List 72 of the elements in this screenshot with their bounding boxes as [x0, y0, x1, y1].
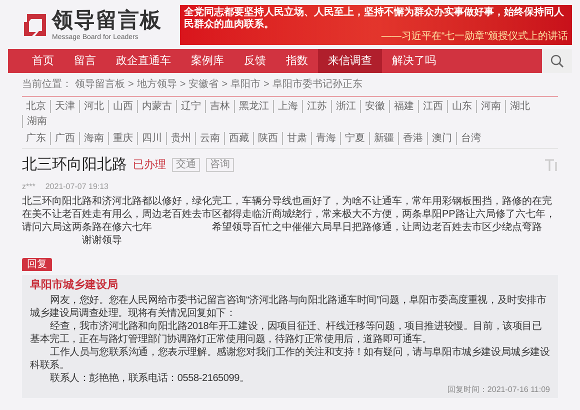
- region-link[interactable]: 湖北: [505, 100, 534, 113]
- breadcrumb-link[interactable]: 领导留言板: [75, 77, 125, 92]
- region-link[interactable]: 宁夏: [340, 132, 369, 145]
- nav-tab[interactable]: 政企直通车: [106, 49, 181, 73]
- region-link[interactable]: 云南: [195, 132, 224, 145]
- region-link[interactable]: 吉林: [205, 100, 234, 113]
- region-link[interactable]: 黑龙江: [234, 100, 273, 113]
- region-link[interactable]: 浙江: [331, 100, 360, 113]
- nav-tab[interactable]: 指数: [276, 49, 318, 73]
- region-link[interactable]: 西藏: [224, 132, 253, 145]
- region-link[interactable]: 安徽: [360, 100, 389, 113]
- region-link[interactable]: 山东: [447, 100, 476, 113]
- logo-icon: [22, 12, 48, 38]
- message-body: 北三环向阳北路和济河北路都以修好，绿化完工，车辆分导线也画好了，为啥不让通车，常年用彩钢板围挡，路修的在完在美不让老百姓走有用么，周边老百姓去市区都得走临沂商城绕行，常来极大不方便，两条阜阳PP路让六局修了六七年，请问六局这两条路在修六七年 希望领导百忙之中催催六局早日把路修通，让周边老百姓去市区少绕点弯路 谢谢领导: [22, 194, 556, 246]
- reply-paragraph: 联系人：彭艳艳，联系电话：0558-2165099。: [49, 372, 250, 384]
- reply-organization: 阜阳市城乡建设局: [30, 278, 119, 292]
- region-link[interactable]: 甘肃: [282, 132, 311, 145]
- breadcrumb-separator: >: [222, 78, 228, 92]
- banner-source: ——习近平在“七一勋章”颁授仪式上的讲话: [380, 31, 568, 43]
- region-link[interactable]: 海南: [79, 132, 108, 145]
- reply-paragraph: 工作人员与您联系沟通，您表示理解。感谢您对我们工作的关注和支持！如有疑问，请与阜阳市城乡建设局城乡建设科联系。: [30, 346, 550, 372]
- category-tag: 交通: [172, 158, 200, 172]
- region-link[interactable]: 澳门: [427, 132, 456, 145]
- post-time: 2021-07-07 19:13: [45, 180, 109, 192]
- breadcrumb-link[interactable]: 阜阳市委书记孙正东: [272, 77, 362, 92]
- region-link[interactable]: 台湾: [456, 132, 485, 145]
- author-name: z***: [22, 180, 36, 192]
- nav-tab[interactable]: 解决了吗: [382, 49, 446, 73]
- region-link[interactable]: 辽宁: [176, 100, 205, 113]
- region-link[interactable]: 北京: [22, 100, 50, 113]
- breadcrumb-separator: >: [180, 78, 186, 92]
- breadcrumb-separator: >: [128, 78, 134, 92]
- breadcrumb-separator: >: [264, 78, 270, 92]
- region-link[interactable]: 四川: [137, 132, 166, 145]
- search-icon: [550, 54, 564, 68]
- region-link[interactable]: 山西: [108, 100, 137, 113]
- region-link[interactable]: 广西: [50, 132, 79, 145]
- region-link[interactable]: 福建: [389, 100, 418, 113]
- region-link[interactable]: 广东: [22, 132, 50, 145]
- status-label: 已办理: [133, 158, 166, 173]
- region-link[interactable]: 上海: [273, 100, 302, 113]
- breadcrumb-link[interactable]: 地方领导: [136, 77, 177, 92]
- category-tag: 咨询: [206, 158, 234, 172]
- reply-paragraph: 经查，我市济河北路和向阳北路2018年开工建设，因项目征迁、杆线迁移等问题，项目推进较慢。目前，该项目已基本完工，正在与路灯管理部门协调路灯正常使用问题，待路灯正常使用后，道路即可通车。: [30, 320, 543, 346]
- nav-tab[interactable]: 留言: [64, 49, 106, 73]
- region-link[interactable]: 江西: [418, 100, 447, 113]
- region-link[interactable]: 新疆: [369, 132, 398, 145]
- nav-tab[interactable]: 来信调查: [318, 49, 382, 73]
- nav-tab[interactable]: 首页: [22, 49, 64, 73]
- breadcrumb-link[interactable]: 安徽省: [188, 77, 219, 92]
- breadcrumb-label: 当前位置：: [22, 78, 72, 92]
- region-link[interactable]: 天津: [50, 100, 79, 113]
- region-link[interactable]: 江苏: [302, 100, 331, 113]
- region-link[interactable]: 青海: [311, 132, 340, 145]
- region-link[interactable]: 香港: [398, 132, 427, 145]
- reply-paragraph: 网友，您好。您在人民网给市委书记留言咨询“济河北路与向阳北路通车时间”问题，阜阳市委高度重视，及时安排市城乡建设局调查处理。现将有关情况回复如下：: [30, 294, 548, 320]
- region-link[interactable]: 湖南: [22, 115, 51, 128]
- search-button[interactable]: [542, 49, 572, 73]
- nav-tab[interactable]: 反馈: [234, 49, 276, 73]
- region-link[interactable]: 河南: [476, 100, 505, 113]
- message-title: 北三环向阳北路: [22, 155, 127, 175]
- logo-title: 领导留言板: [52, 8, 162, 32]
- reply-time: 回复时间：2021-07-16 11:09: [446, 384, 550, 394]
- region-link[interactable]: 重庆: [108, 132, 137, 145]
- region-link[interactable]: 内蒙古: [137, 100, 176, 113]
- region-link[interactable]: 陕西: [253, 132, 282, 145]
- nav-tab[interactable]: 案例库: [181, 49, 234, 73]
- reply-label: 回复: [22, 258, 52, 270]
- breadcrumb-link[interactable]: 阜阳市: [230, 77, 261, 92]
- region-link[interactable]: 河北: [79, 100, 108, 113]
- banner-quote: 全党同志都要坚持人民立场、人民至上，坚持不懈为群众办实事做好事，始终保持同人民群众的血肉联系。: [184, 7, 565, 30]
- region-link[interactable]: 贵州: [166, 132, 195, 145]
